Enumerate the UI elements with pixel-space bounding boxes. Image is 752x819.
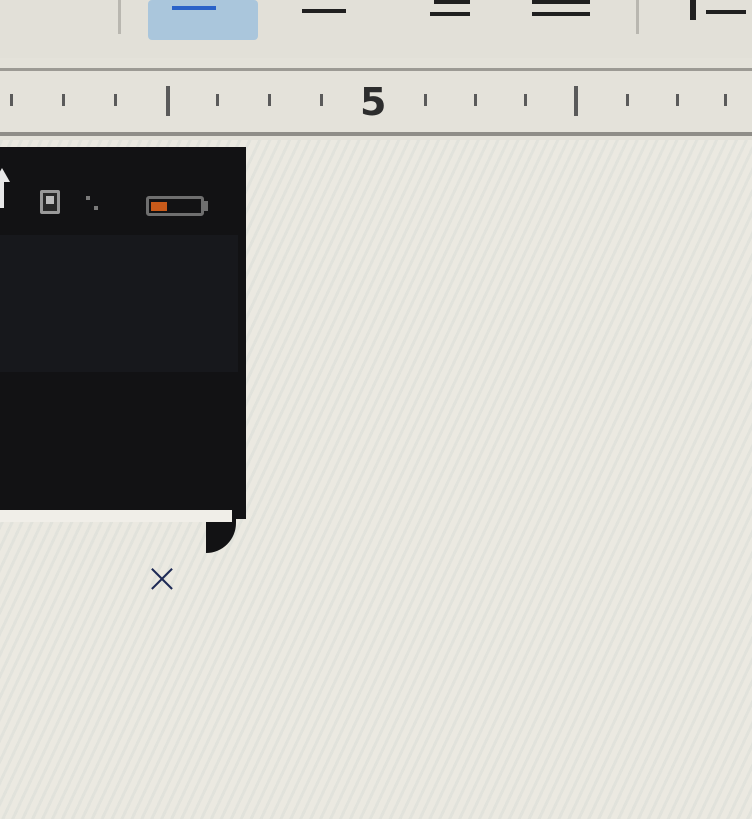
battery-icon (146, 196, 204, 216)
ruler-tick (114, 94, 117, 106)
ruler-tick-major (166, 86, 170, 116)
toolbar-separator (636, 0, 639, 34)
ruler-tick (626, 94, 629, 106)
align-right-icon (430, 12, 470, 16)
popup-bottom-edge (0, 510, 232, 522)
align-left-button[interactable] (148, 0, 258, 40)
ruler-label: 5 (360, 80, 387, 124)
ruler-tick (474, 94, 477, 106)
justify-button[interactable] (520, 0, 600, 40)
line-spacing-icon (690, 0, 696, 20)
ruler-tick (216, 94, 219, 106)
toolbar-separator (118, 0, 121, 34)
ruler-tick (424, 94, 427, 106)
ruler-tick (320, 94, 323, 106)
justify-icon (532, 12, 590, 16)
arrow-up-icon-stem (0, 182, 4, 208)
ruler-tick-major (574, 86, 578, 116)
align-right-icon-line-1 (434, 0, 470, 4)
justify-icon-line-1 (532, 0, 590, 4)
ruler-top-edge (0, 68, 752, 71)
close-icon[interactable]: × (140, 556, 184, 600)
formatting-toolbar (0, 0, 752, 58)
ruler-bottom-edge (0, 132, 752, 136)
ruler-tick (10, 94, 13, 106)
screen: 5 × (0, 0, 752, 819)
align-right-button[interactable] (420, 0, 490, 40)
ruler-tick (676, 94, 679, 106)
battery-level (151, 202, 167, 211)
popup-lower-region (0, 235, 238, 372)
ruler-tick (268, 94, 271, 106)
align-left-icon (172, 6, 216, 10)
horizontal-ruler[interactable]: 5 (0, 58, 752, 140)
ruler-tick (524, 94, 527, 106)
align-center-button[interactable] (290, 0, 360, 40)
ruler-tick (724, 94, 727, 106)
line-spacing-button[interactable] (676, 0, 752, 40)
signal-icon (84, 196, 102, 214)
disk-icon (40, 190, 60, 214)
battery-icon-tip (203, 201, 208, 211)
ruler-tick (62, 94, 65, 106)
align-center-icon (302, 9, 346, 13)
arrow-up-icon (0, 168, 10, 182)
line-spacing-icon-line (706, 10, 746, 14)
